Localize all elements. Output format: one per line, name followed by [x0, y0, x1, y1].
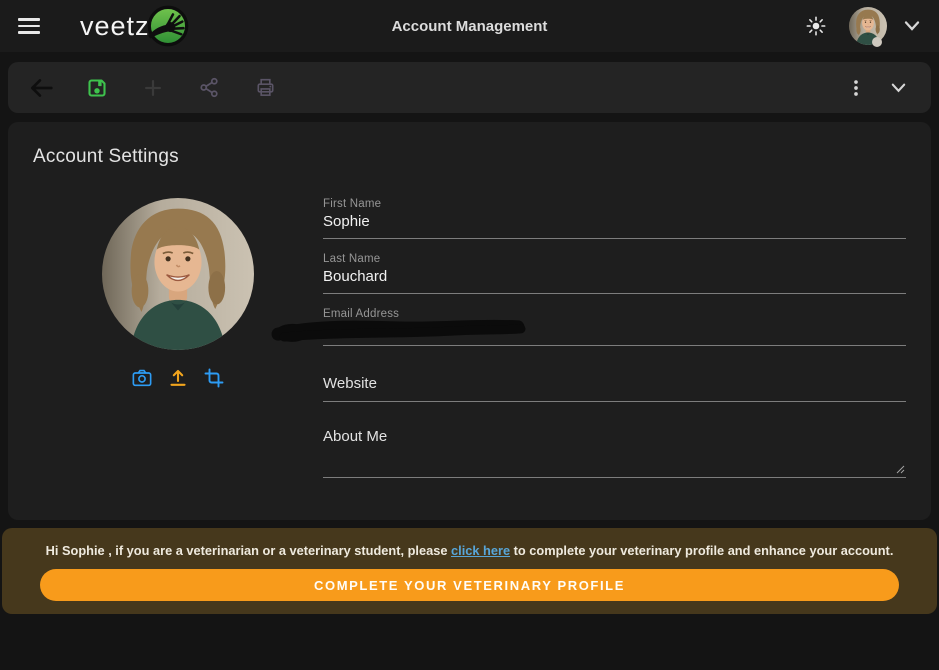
share-icon[interactable]: [196, 75, 222, 101]
account-settings-card: Account Settings: [8, 122, 931, 520]
website-label[interactable]: Website: [323, 375, 906, 392]
profile-photo[interactable]: [102, 198, 254, 350]
collapse-chevron-icon[interactable]: [885, 75, 911, 101]
veterinary-banner: Hi Sophie , if you are a veterinarian or…: [2, 528, 937, 614]
complete-profile-button[interactable]: COMPLETE YOUR VETERINARY PROFILE: [40, 569, 899, 601]
banner-text-after: to complete your veterinary profile and …: [514, 543, 894, 558]
email-label: Email Address: [323, 308, 906, 320]
card-heading: Account Settings: [33, 146, 906, 168]
logo-text: veetz: [80, 11, 150, 42]
app-bar: veetz Account Management: [0, 0, 939, 52]
last-name-field: Last Name Bouchard: [323, 253, 906, 294]
user-avatar[interactable]: [849, 7, 887, 45]
email-field: Email Address: [323, 308, 906, 346]
kebab-menu-icon[interactable]: [843, 75, 869, 101]
last-name-label: Last Name: [323, 253, 906, 265]
first-name-field: First Name Sophie: [323, 198, 906, 239]
avatar-status-badge: [872, 37, 882, 47]
banner-message: Hi Sophie , if you are a veterinarian or…: [20, 543, 919, 558]
click-here-link[interactable]: click here: [451, 543, 510, 558]
print-icon[interactable]: [252, 75, 278, 101]
banner-text-before: Hi Sophie , if you are a veterinarian or…: [46, 543, 448, 558]
textarea-resize-handle[interactable]: [895, 464, 905, 474]
first-name-input[interactable]: Sophie: [323, 213, 906, 238]
about-me-field: About Me: [323, 428, 906, 478]
camera-icon[interactable]: [132, 368, 152, 388]
app-logo[interactable]: veetz: [80, 4, 190, 48]
plus-icon[interactable]: [140, 75, 166, 101]
action-toolbar: [8, 62, 931, 113]
about-me-label[interactable]: About Me: [323, 428, 906, 445]
save-icon[interactable]: [84, 75, 110, 101]
website-field: Website: [323, 375, 906, 402]
logo-hand-icon: [146, 4, 190, 48]
chevron-down-icon[interactable]: [903, 19, 921, 33]
upload-icon[interactable]: [168, 368, 188, 388]
back-arrow-icon[interactable]: [28, 75, 54, 101]
email-input[interactable]: [323, 323, 906, 345]
hamburger-icon[interactable]: [18, 18, 42, 33]
crop-icon[interactable]: [204, 368, 224, 388]
brightness-icon[interactable]: [805, 15, 827, 37]
last-name-input[interactable]: Bouchard: [323, 268, 906, 293]
first-name-label: First Name: [323, 198, 906, 210]
